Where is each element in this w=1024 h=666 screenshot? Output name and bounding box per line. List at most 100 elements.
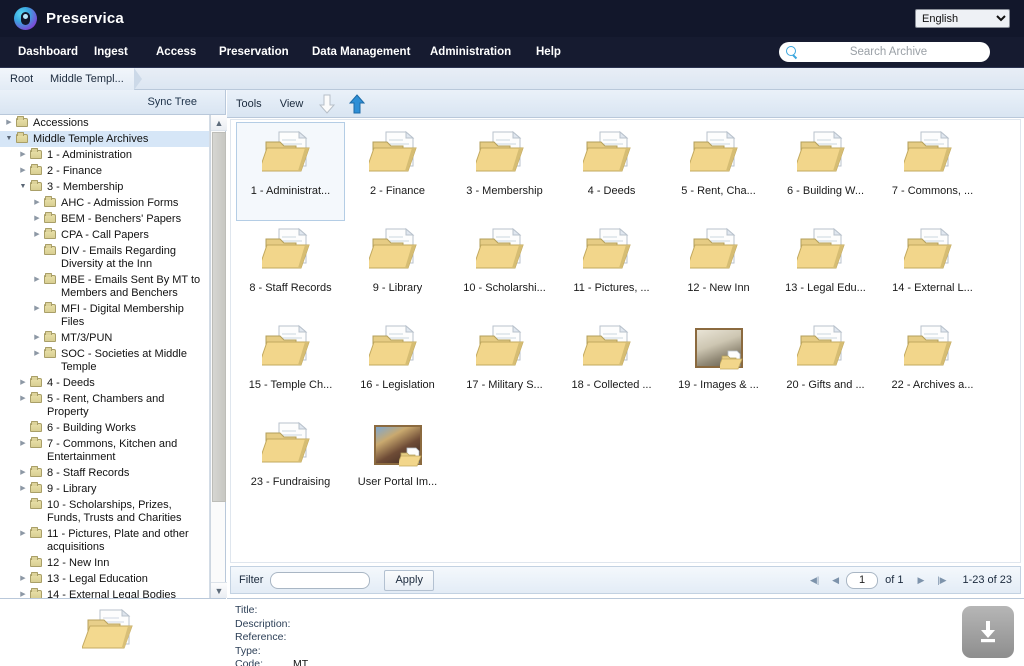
tree-node[interactable]: 10 - Scholarships, Prizes, Funds, Trusts… bbox=[0, 497, 209, 526]
grid-item[interactable]: 11 - Pictures, ... bbox=[558, 220, 665, 317]
page-number-input[interactable] bbox=[846, 571, 879, 589]
tree-node[interactable]: ▶ 9 - Library bbox=[0, 481, 209, 497]
tree-node[interactable]: ▶ 7 - Commons, Kitchen and Entertainment bbox=[0, 436, 209, 465]
tree-node[interactable]: ▶ BEM - Benchers' Papers bbox=[0, 211, 209, 227]
breadcrumb-item-root[interactable]: Root bbox=[0, 68, 52, 90]
grid-item[interactable]: User Portal Im... bbox=[344, 414, 451, 511]
grid-item[interactable]: 4 - Deeds bbox=[558, 123, 665, 220]
chevron-right-icon[interactable]: ▶ bbox=[31, 212, 43, 225]
chevron-right-icon[interactable]: ▶ bbox=[17, 572, 29, 585]
arrow-up-icon[interactable] bbox=[342, 90, 372, 118]
grid-item[interactable]: 8 - Staff Records bbox=[237, 220, 344, 317]
chevron-down-icon[interactable]: ▼ bbox=[3, 132, 15, 145]
first-page-icon[interactable]: ◀| bbox=[806, 572, 823, 589]
nav-item-ingest[interactable]: Ingest bbox=[88, 37, 134, 68]
grid-item[interactable]: 5 - Rent, Cha... bbox=[665, 123, 772, 220]
last-page-icon[interactable]: |▶ bbox=[933, 572, 950, 589]
chevron-right-icon[interactable]: ▶ bbox=[17, 466, 29, 479]
tree-node[interactable]: ▶ 13 - Legal Education bbox=[0, 571, 209, 587]
grid-item[interactable]: 2 - Finance bbox=[344, 123, 451, 220]
tree-node[interactable]: ▶ MBE - Emails Sent By MT to Members and … bbox=[0, 272, 209, 301]
scrollbar-thumb[interactable] bbox=[212, 132, 226, 502]
chevron-right-icon[interactable]: ▶ bbox=[17, 527, 29, 540]
tree-node[interactable]: ▶ MT/3/PUN bbox=[0, 330, 209, 346]
grid-item[interactable]: 16 - Legislation bbox=[344, 317, 451, 414]
chevron-right-icon[interactable]: ▶ bbox=[31, 273, 43, 286]
grid-item[interactable]: 18 - Collected ... bbox=[558, 317, 665, 414]
filter-input[interactable] bbox=[270, 571, 371, 589]
nav-item-administration[interactable]: Administration bbox=[424, 37, 517, 68]
chevron-right-icon[interactable]: ▶ bbox=[17, 588, 29, 598]
tree-node[interactable]: 6 - Building Works bbox=[0, 420, 209, 436]
search-archive-box[interactable] bbox=[779, 42, 990, 62]
tree-scrollbar[interactable]: ▲ ▼ bbox=[210, 115, 227, 598]
chevron-right-icon[interactable]: ▶ bbox=[17, 148, 29, 161]
grid-item[interactable]: 1 - Administrat... bbox=[236, 122, 345, 221]
grid-item[interactable]: 19 - Images & ... bbox=[665, 317, 772, 414]
grid-item[interactable]: 6 - Building W... bbox=[772, 123, 879, 220]
tree-node[interactable]: DIV - Emails Regarding Diversity at the … bbox=[0, 243, 209, 272]
tree-node[interactable]: ▶ 5 - Rent, Chambers and Property bbox=[0, 391, 209, 420]
breadcrumb-item-middle-temple[interactable]: Middle Templ... bbox=[40, 68, 142, 90]
chevron-right-icon[interactable]: ▶ bbox=[31, 228, 43, 241]
chevron-right-icon[interactable]: ▶ bbox=[31, 331, 43, 344]
grid-item[interactable]: 13 - Legal Edu... bbox=[772, 220, 879, 317]
chevron-right-icon[interactable]: ▶ bbox=[17, 376, 29, 389]
folder-icon bbox=[471, 129, 534, 179]
chevron-right-icon[interactable]: ▶ bbox=[31, 196, 43, 209]
scroll-up-icon[interactable]: ▲ bbox=[211, 115, 227, 131]
grid-item[interactable]: 15 - Temple Ch... bbox=[237, 317, 344, 414]
tree-node[interactable]: ▶ MFI - Digital Membership Files bbox=[0, 301, 209, 330]
apply-button[interactable]: Apply bbox=[384, 569, 434, 591]
tree-node[interactable]: ▶ 4 - Deeds bbox=[0, 375, 209, 391]
grid-item[interactable]: 17 - Military S... bbox=[451, 317, 558, 414]
nav-item-help[interactable]: Help bbox=[530, 37, 567, 68]
nav-item-dashboard[interactable]: Dashboard bbox=[12, 37, 84, 68]
chevron-right-icon[interactable]: ▶ bbox=[31, 347, 43, 360]
grid-item[interactable]: 12 - New Inn bbox=[665, 220, 772, 317]
nav-item-access[interactable]: Access bbox=[150, 37, 202, 68]
tools-menu[interactable]: Tools bbox=[227, 90, 271, 118]
grid-item[interactable]: 7 - Commons, ... bbox=[879, 123, 986, 220]
nav-item-preservation[interactable]: Preservation bbox=[213, 37, 295, 68]
chevron-right-icon[interactable]: ▶ bbox=[3, 116, 15, 129]
tree-node[interactable]: ▼ 3 - Membership bbox=[0, 179, 209, 195]
chevron-right-icon[interactable]: ▶ bbox=[17, 164, 29, 177]
tree-node[interactable]: 12 - New Inn bbox=[0, 555, 209, 571]
tree-node[interactable]: ▶ 1 - Administration bbox=[0, 147, 209, 163]
grid-item[interactable]: 10 - Scholarshi... bbox=[451, 220, 558, 317]
tree-node[interactable]: ▶ CPA - Call Papers bbox=[0, 227, 209, 243]
nav-item-data-management[interactable]: Data Management bbox=[306, 37, 416, 68]
grid-item[interactable]: 20 - Gifts and ... bbox=[772, 317, 879, 414]
grid-item[interactable]: 22 - Archives a... bbox=[879, 317, 986, 414]
grid-item[interactable]: 14 - External L... bbox=[879, 220, 986, 317]
chevron-right-icon[interactable]: ▶ bbox=[31, 302, 43, 315]
tree-node[interactable]: ▶ SOC - Societies at Middle Temple bbox=[0, 346, 209, 375]
chevron-right-icon[interactable]: ▶ bbox=[17, 392, 29, 405]
tree-node[interactable]: ▶ 14 - External Legal Bodies bbox=[0, 587, 209, 598]
tree-node[interactable]: ▶ 2 - Finance bbox=[0, 163, 209, 179]
search-input[interactable] bbox=[799, 45, 990, 59]
chevron-right-icon[interactable]: ▶ bbox=[17, 437, 29, 450]
next-page-icon[interactable]: ▶ bbox=[912, 572, 929, 589]
folder-icon bbox=[29, 164, 44, 177]
grid-item[interactable]: 3 - Membership bbox=[451, 123, 558, 220]
tree-node[interactable]: ▶ 8 - Staff Records bbox=[0, 465, 209, 481]
grid-item[interactable]: 9 - Library bbox=[344, 220, 451, 317]
chevron-down-icon[interactable]: ▼ bbox=[17, 180, 29, 193]
previous-page-icon[interactable]: ◀ bbox=[827, 572, 844, 589]
view-menu[interactable]: View bbox=[271, 90, 313, 118]
tree-node[interactable]: ▶ 11 - Pictures, Plate and other acquisit… bbox=[0, 526, 209, 555]
tree-node[interactable]: ▶ AHC - Admission Forms bbox=[0, 195, 209, 211]
tree-node[interactable]: ▶ Accessions bbox=[0, 115, 209, 131]
tree-node-list[interactable]: ▶ Accessions ▼ Middle Temple Archives ▶ 1 - A… bbox=[0, 115, 210, 598]
grid-item[interactable]: 23 - Fundraising bbox=[237, 414, 344, 511]
scroll-down-icon[interactable]: ▼ bbox=[211, 582, 227, 598]
item-grid-area[interactable]: 1 - Administrat... 2 - Finance 3 - Members… bbox=[230, 119, 1021, 563]
sync-tree-button[interactable]: Sync Tree bbox=[147, 90, 197, 115]
arrow-down-icon[interactable] bbox=[312, 90, 342, 118]
download-button[interactable] bbox=[962, 606, 1014, 658]
tree-node[interactable]: ▼ Middle Temple Archives bbox=[0, 131, 209, 147]
chevron-right-icon[interactable]: ▶ bbox=[17, 482, 29, 495]
language-select[interactable]: English bbox=[915, 9, 1010, 28]
